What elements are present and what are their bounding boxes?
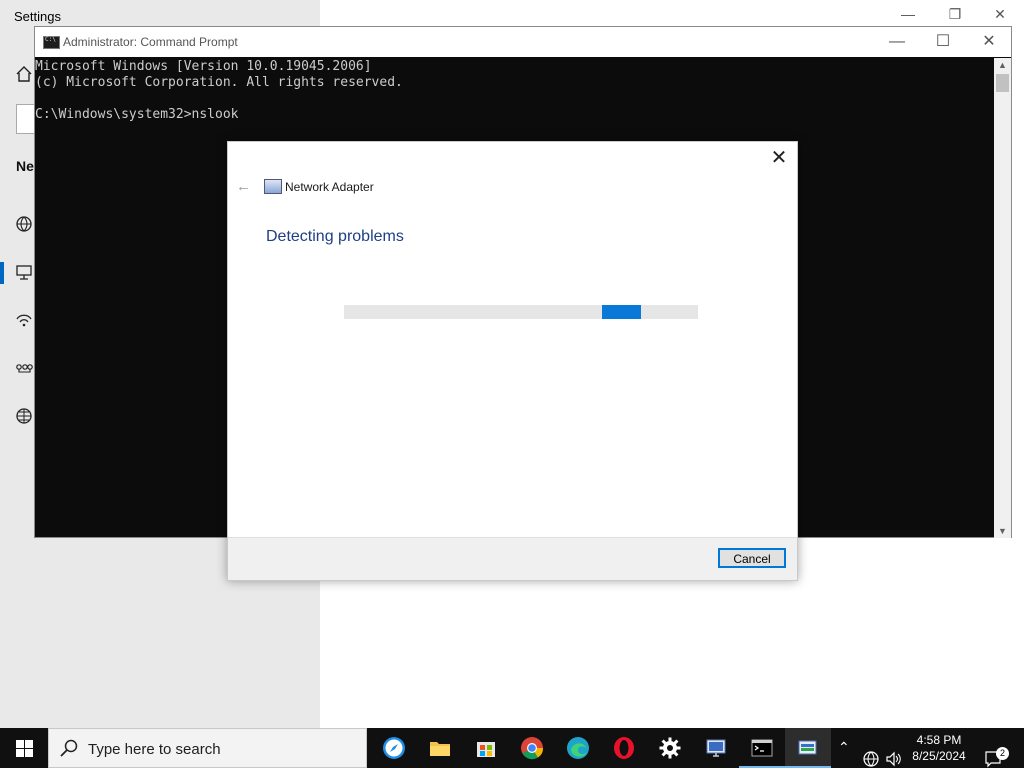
show-hidden-icons-chevron-icon[interactable]: ⌃ (838, 739, 850, 779)
cmd-close-button[interactable]: ✕ (969, 30, 1009, 54)
windows-logo-icon (16, 740, 33, 757)
nav-selection-indicator (0, 262, 4, 284)
settings-icon[interactable] (647, 728, 693, 768)
network-globe-icon[interactable] (862, 739, 880, 779)
dialog-close-button[interactable]: ✕ (765, 146, 793, 170)
cmd-app-icon (43, 36, 60, 49)
remote-desktop-icon[interactable] (693, 728, 739, 768)
cmd-titlebar[interactable]: Administrator: Command Prompt — ☐ ✕ (35, 27, 1011, 57)
settings-restore-button[interactable]: ❐ (940, 6, 970, 23)
safari-icon[interactable] (371, 728, 417, 768)
network-adapter-icon (264, 179, 282, 194)
scroll-up-arrow-icon[interactable]: ▲ (994, 60, 1011, 70)
file-explorer-icon[interactable] (417, 728, 463, 768)
taskbar-search-box[interactable]: Type here to search (48, 728, 367, 768)
start-button[interactable] (0, 728, 48, 768)
dial-up-icon[interactable] (14, 310, 34, 330)
taskbar: Type here to search ⌃ 4:58 PM 8/25/2024 … (0, 728, 1024, 768)
console-prompt-line: C:\Windows\system32>nslook (35, 107, 239, 122)
scroll-down-arrow-icon[interactable]: ▼ (994, 526, 1011, 536)
clock-date: 8/25/2024 (912, 749, 966, 763)
dialog-heading: Detecting problems (266, 228, 404, 245)
settings-nav-heading: Ne (16, 158, 34, 174)
network-status-icon[interactable] (14, 214, 34, 234)
search-icon (60, 739, 78, 757)
edge-icon[interactable] (555, 728, 601, 768)
dialog-app-name: Network Adapter (285, 180, 374, 194)
troubleshooter-icon[interactable] (785, 728, 831, 768)
dialog-footer: Cancel (228, 537, 797, 580)
taskbar-clock[interactable]: 4:58 PM 8/25/2024 (902, 732, 976, 764)
scrollbar-thumb[interactable] (996, 74, 1009, 92)
troubleshooter-dialog: ✕ ← Network Adapter Detecting problems C… (227, 141, 798, 581)
clock-time: 4:58 PM (916, 733, 962, 747)
search-placeholder: Type here to search (88, 741, 221, 758)
cmd-title: Administrator: Command Prompt (63, 35, 238, 49)
console-line: Microsoft Windows [Version 10.0.19045.20… (35, 59, 372, 74)
console-line: (c) Microsoft Corporation. All rights re… (35, 75, 403, 90)
opera-icon[interactable] (601, 728, 647, 768)
settings-close-button[interactable]: ✕ (985, 6, 1015, 23)
chrome-icon[interactable] (509, 728, 555, 768)
home-icon[interactable] (14, 64, 34, 84)
back-arrow-icon[interactable]: ← (236, 178, 251, 195)
settings-minimize-button[interactable]: — (893, 6, 923, 22)
ethernet-icon[interactable] (14, 262, 34, 282)
cmd-maximize-button[interactable]: ☐ (923, 30, 963, 54)
proxy-globe-icon[interactable] (14, 406, 34, 426)
cmd-minimize-button[interactable]: — (877, 30, 917, 54)
vpn-icon[interactable] (14, 358, 34, 378)
progress-bar (344, 305, 698, 319)
microsoft-store-icon[interactable] (463, 728, 509, 768)
cancel-button[interactable]: Cancel (718, 548, 786, 568)
notification-count-badge: 2 (996, 747, 1009, 760)
volume-icon[interactable] (885, 739, 903, 779)
cmd-scrollbar[interactable]: ▲ ▼ (994, 58, 1011, 538)
settings-title: Settings (14, 9, 61, 24)
command-prompt-icon[interactable] (739, 728, 785, 768)
progress-segment (602, 305, 642, 319)
